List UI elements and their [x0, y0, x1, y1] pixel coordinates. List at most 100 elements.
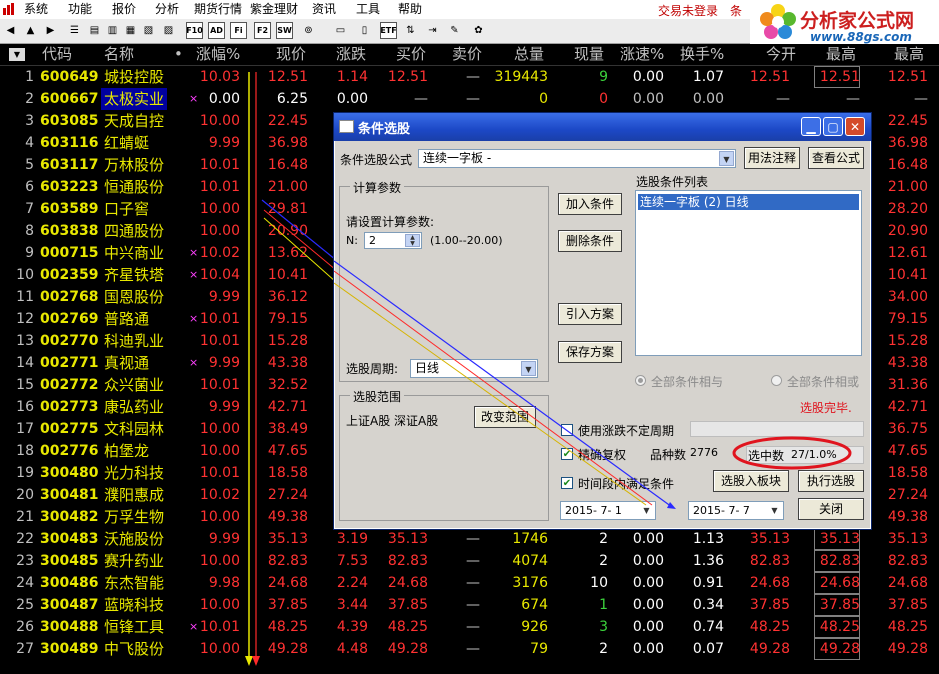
ad-icon[interactable]: AD: [208, 22, 225, 39]
menu-help[interactable]: 帮助: [398, 2, 422, 17]
menu-news[interactable]: 资讯: [312, 2, 336, 17]
row-open: 82.83: [749, 553, 790, 569]
menu-function[interactable]: 功能: [68, 2, 92, 17]
trade-status[interactable]: 交易未登录: [658, 2, 718, 19]
row-volume: 674: [521, 597, 548, 613]
row-volume: 926: [521, 619, 548, 635]
chevron-down-icon[interactable]: ▼: [639, 503, 654, 518]
row-high: 49.28: [814, 638, 860, 660]
save-plan-button[interactable]: 保存方案: [558, 341, 622, 363]
header-open[interactable]: 今开: [766, 44, 796, 65]
header-ask[interactable]: 卖价: [452, 44, 482, 65]
table-row[interactable]: 27 300489 中飞股份 10.00 49.28 4.48 49.28 — 79 2 0.00 0…: [0, 638, 939, 660]
row-price: 38.49: [267, 421, 308, 437]
close-button[interactable]: 关闭: [798, 498, 864, 520]
header-bid[interactable]: 买价: [396, 44, 426, 65]
unfixed-period-checkbox[interactable]: [561, 424, 573, 436]
etf-icon[interactable]: ETF: [380, 22, 397, 39]
list-icon[interactable]: ▧: [140, 22, 157, 39]
f10-icon[interactable]: F10: [186, 22, 203, 39]
to-block-button[interactable]: 选股入板块: [713, 470, 789, 492]
fi-icon[interactable]: Fi: [230, 22, 247, 39]
table-row[interactable]: 2 600667 太极实业 × 0.00 6.25 0.00— —0 0 0.00 0.00— — —: [0, 88, 939, 110]
row-high: 48.25: [814, 616, 860, 638]
row-ask: —: [466, 69, 480, 85]
unfixed-period-field[interactable]: [690, 421, 864, 437]
condition-list[interactable]: 连续一字板 (2) 日线: [635, 190, 862, 356]
sort-dropdown-icon[interactable]: ▼: [9, 48, 25, 61]
menu-finance[interactable]: 紫金理财: [250, 2, 298, 17]
date-to-picker[interactable]: 2015- 7- 7 ▼: [688, 501, 784, 520]
table-row[interactable]: 22 300483 沃施股份 9.99 35.13 3.19 35.13 — 1746 2 0.00…: [0, 528, 939, 550]
grid-icon[interactable]: ▦: [122, 22, 139, 39]
folder-icon[interactable]: ▭: [332, 22, 349, 39]
table-icon[interactable]: ▨: [160, 22, 177, 39]
add-condition-button[interactable]: 加入条件: [558, 193, 622, 215]
pin-icon[interactable]: ✎: [446, 22, 463, 39]
row-price: 16.48: [267, 157, 308, 173]
run-screen-button[interactable]: 执行选股: [798, 470, 864, 492]
header-turnover[interactable]: 换手%: [680, 44, 724, 65]
up-arrow-icon[interactable]: ▲: [22, 22, 39, 39]
back-arrow-icon[interactable]: ◀: [2, 22, 19, 39]
dialog-titlebar[interactable]: 条件选股 ▁ ▢ ✕: [334, 113, 871, 141]
menu-tools[interactable]: 工具: [356, 2, 380, 17]
sw-icon[interactable]: SW: [276, 22, 293, 39]
settings-icon[interactable]: ⊚: [300, 22, 317, 39]
param-stepper[interactable]: 2 ▲ ▼: [364, 232, 422, 249]
radio-and[interactable]: [635, 375, 646, 386]
table-row[interactable]: 24 300486 东杰智能 9.98 24.68 2.24 24.68 — 3176 10 0.0…: [0, 572, 939, 594]
chevron-down-icon[interactable]: ▼: [521, 361, 536, 376]
chevron-down-icon[interactable]: ▼: [719, 151, 734, 166]
forward-arrow-icon[interactable]: ▶: [42, 22, 59, 39]
change-scope-button[interactable]: 改变范围: [474, 406, 536, 428]
import-icon[interactable]: ⇥: [424, 22, 441, 39]
radio-or[interactable]: [771, 375, 782, 386]
table-row[interactable]: 26 300488 恒锋工具 × 10.01 48.25 4.39 48.25—926 3 0.0…: [0, 616, 939, 638]
header-code[interactable]: 代码: [42, 44, 72, 65]
sort-icon[interactable]: ⇅: [402, 22, 419, 39]
condition-list-item[interactable]: 连续一字板 (2) 日线: [638, 194, 859, 210]
bars-icon[interactable]: ▥: [104, 22, 121, 39]
f2-icon[interactable]: F2: [254, 22, 271, 39]
row-index: 11: [16, 289, 34, 305]
import-plan-button[interactable]: 引入方案: [558, 303, 622, 325]
header-diff[interactable]: 涨跌: [336, 44, 366, 65]
minimize-icon[interactable]: ▁: [801, 117, 821, 136]
view-formula-button[interactable]: 查看公式: [808, 147, 864, 169]
formula-select[interactable]: 连续一字板 - ▼: [418, 149, 736, 168]
header-speed[interactable]: 涨速%: [620, 44, 664, 65]
chart-icon[interactable]: ▤: [86, 22, 103, 39]
date-from-picker[interactable]: 2015- 7- 1 ▼: [560, 501, 656, 520]
quote-list-icon[interactable]: ☰: [66, 22, 83, 39]
header-high[interactable]: 最高: [826, 44, 856, 65]
row-name: 真视通: [104, 354, 150, 372]
row-bid: 49.28: [387, 641, 428, 657]
delete-condition-button[interactable]: 删除条件: [558, 230, 622, 252]
header-change-pct[interactable]: 涨幅%: [196, 44, 240, 65]
header-name[interactable]: 名称: [104, 44, 134, 65]
menu-futures[interactable]: 期货行情: [194, 2, 242, 17]
spin-icon[interactable]: ▲ ▼: [405, 234, 420, 247]
header-price[interactable]: 现价: [276, 44, 306, 65]
maximize-icon[interactable]: ▢: [823, 117, 843, 136]
table-row[interactable]: 25 300487 蓝晓科技 10.00 37.85 3.44 37.85—674 1 0.00…: [0, 594, 939, 616]
table-row[interactable]: 23 300485 赛升药业 10.00 82.83 7.53 82.83 — 4074 2 0.0…: [0, 550, 939, 572]
close-icon[interactable]: ✕: [845, 117, 865, 136]
table-row[interactable]: 1 600649 城投控股 10.03 12.51 1.14 12.51 — 319443 9 0.…: [0, 66, 939, 88]
chevron-down-icon[interactable]: ▼: [767, 503, 782, 518]
open-icon[interactable]: ✿: [470, 22, 487, 39]
row-high2: 35.13: [887, 531, 928, 547]
menu-quote[interactable]: 报价: [112, 2, 136, 17]
header-cur-vol[interactable]: 现量: [574, 44, 604, 65]
usage-button[interactable]: 用法注释: [744, 147, 800, 169]
doc-icon[interactable]: ▯: [356, 22, 373, 39]
period-select[interactable]: 日线 ▼: [410, 359, 538, 378]
restore-checkbox[interactable]: ✔: [561, 448, 573, 460]
menu-analysis[interactable]: 分析: [155, 2, 179, 17]
header-volume[interactable]: 总量: [514, 44, 544, 65]
row-volume: 3176: [512, 575, 548, 591]
menu-system[interactable]: 系统: [24, 2, 48, 17]
header-high2[interactable]: 最高: [894, 44, 924, 65]
time-range-checkbox[interactable]: ✔: [561, 477, 573, 489]
